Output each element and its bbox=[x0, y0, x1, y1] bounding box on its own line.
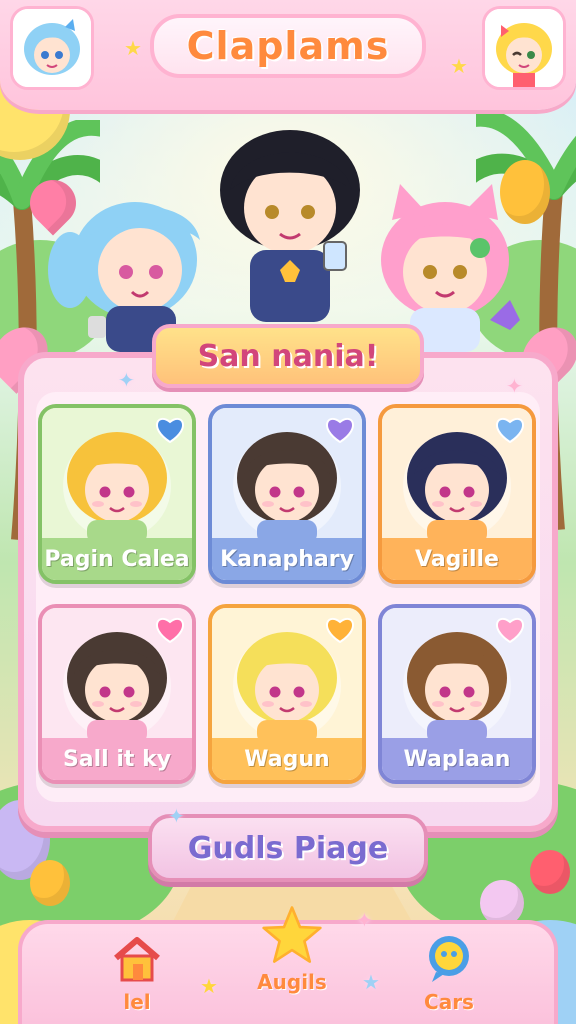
heart-icon bbox=[156, 617, 184, 644]
player-avatar-button[interactable] bbox=[10, 6, 94, 90]
heart-icon bbox=[496, 417, 524, 444]
heart-icon bbox=[326, 417, 354, 444]
character-card[interactable]: Pagin Calea bbox=[38, 404, 196, 584]
character-name: Kanaphary bbox=[212, 538, 362, 580]
house-icon bbox=[114, 937, 160, 982]
character-card[interactable]: Sall it ky bbox=[38, 604, 196, 784]
hero-character-center bbox=[220, 130, 360, 322]
nav-label-augils: Augils bbox=[257, 970, 327, 994]
character-name: Vagille bbox=[382, 538, 532, 580]
character-name: Waplaan bbox=[382, 738, 532, 780]
sparkle-decoration: ✦ bbox=[118, 368, 135, 392]
heart-icon bbox=[156, 417, 184, 444]
sparkle-decoration: ★ bbox=[362, 970, 380, 994]
nav-label-cars: Cars bbox=[424, 990, 474, 1014]
character-name: Pagin Calea bbox=[42, 538, 192, 580]
sparkle-decoration: ★ bbox=[124, 36, 142, 60]
bottom-nav: lel Augils Cars bbox=[18, 906, 558, 1024]
character-name: Sall it ky bbox=[42, 738, 192, 780]
heart-icon bbox=[326, 617, 354, 644]
avatar-left-portrait bbox=[13, 9, 91, 87]
app-title: Claplams bbox=[150, 14, 426, 78]
heart-icon bbox=[496, 617, 524, 644]
character-card[interactable]: Kanaphary bbox=[208, 404, 366, 584]
nav-item-home[interactable]: lel bbox=[82, 932, 192, 1022]
nav-label-home: lel bbox=[123, 990, 151, 1014]
sparkle-decoration: ★ bbox=[450, 54, 468, 78]
sparkle-decoration: ✦ bbox=[168, 804, 185, 828]
sparkle-decoration: ✦ bbox=[356, 908, 373, 932]
character-card[interactable]: Wagun bbox=[208, 604, 366, 784]
balloon-decoration bbox=[30, 860, 70, 906]
balloon-decoration bbox=[530, 850, 570, 894]
sparkle-decoration: ✦ bbox=[506, 374, 523, 398]
greeting-banner: San nania! bbox=[152, 324, 424, 388]
star-icon bbox=[262, 906, 322, 963]
next-page-button[interactable]: Gudls Piage bbox=[148, 814, 428, 882]
avatar-right-portrait bbox=[485, 9, 563, 87]
character-card[interactable]: Waplaan bbox=[378, 604, 536, 784]
hero-characters-art bbox=[48, 130, 520, 352]
character-name: Wagun bbox=[212, 738, 362, 780]
character-card[interactable]: Vagille bbox=[378, 404, 536, 584]
nav-item-cars[interactable]: Cars bbox=[394, 932, 504, 1022]
friend-avatar-button[interactable] bbox=[482, 6, 566, 90]
header-bar: Claplams ★ ★ bbox=[0, 0, 576, 110]
nav-item-augils[interactable]: Augils bbox=[237, 904, 347, 994]
chat-icon bbox=[429, 936, 469, 982]
sparkle-decoration: ★ bbox=[200, 974, 218, 998]
